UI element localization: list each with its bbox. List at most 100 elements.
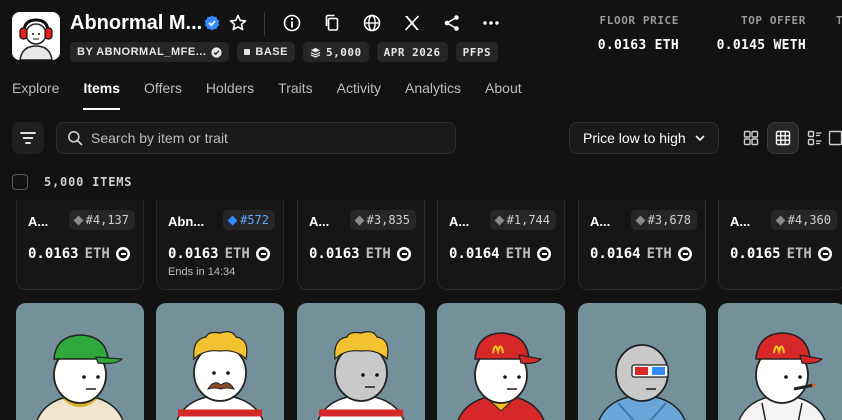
search-icon bbox=[68, 131, 83, 146]
share-icon[interactable] bbox=[442, 13, 462, 33]
nft-card-image[interactable] bbox=[437, 303, 565, 420]
rarity-diamond-icon bbox=[73, 215, 84, 225]
nft-card[interactable]: A... #1,744 0.0164 ETH bbox=[437, 200, 565, 290]
base-token-icon bbox=[255, 247, 270, 261]
large-grid-icon bbox=[743, 130, 759, 146]
price-value: 0.0164 bbox=[449, 246, 500, 262]
price-value: 0.0163 bbox=[309, 246, 360, 262]
tab-activity[interactable]: Activity bbox=[337, 80, 381, 108]
x-twitter-icon[interactable] bbox=[402, 13, 422, 33]
date-chip: APR 2026 bbox=[376, 42, 448, 62]
item-price: 0.0163 ETH bbox=[28, 246, 130, 262]
list-grid-icon bbox=[807, 130, 822, 146]
layers-icon bbox=[310, 47, 321, 58]
creator-chip-label: BY ABNORMAL_MFE... bbox=[77, 46, 207, 58]
nft-card[interactable]: A... #4,360 0.0165 ETH bbox=[718, 200, 842, 290]
price-currency: ETH bbox=[365, 246, 391, 262]
item-name: Abn... bbox=[168, 214, 205, 229]
view-large-grid-button[interactable] bbox=[735, 122, 767, 154]
star-icon[interactable] bbox=[228, 13, 248, 33]
supply-chip: 5,000 bbox=[302, 42, 369, 62]
nft-card-image[interactable] bbox=[578, 303, 706, 420]
top-offer-stat: TOP OFFER 0.0145 WETH bbox=[717, 14, 806, 53]
truncated-stat-label: T bbox=[836, 14, 842, 27]
select-all-checkbox[interactable] bbox=[12, 174, 28, 190]
item-price: 0.0164 ETH bbox=[590, 246, 692, 262]
more-options-icon[interactable] bbox=[481, 13, 501, 33]
filter-button[interactable] bbox=[12, 122, 44, 154]
chain-chip-label: BASE bbox=[255, 46, 288, 58]
price-value: 0.0164 bbox=[590, 246, 641, 262]
tab-items[interactable]: Items bbox=[83, 80, 120, 110]
globe-icon[interactable] bbox=[362, 13, 382, 33]
tab-explore[interactable]: Explore bbox=[12, 80, 59, 108]
supply-chip-label: 5,000 bbox=[325, 45, 362, 59]
item-name: A... bbox=[28, 214, 49, 229]
search-bar[interactable] bbox=[56, 122, 456, 154]
rarity-diamond-icon bbox=[354, 215, 365, 225]
rarity-rank: #3,835 bbox=[349, 210, 416, 230]
nft-card-image[interactable] bbox=[16, 303, 144, 420]
floor-price-value: 0.0163 ETH bbox=[597, 38, 679, 53]
price-value: 0.0163 bbox=[168, 246, 219, 262]
price-currency: ETH bbox=[646, 246, 672, 262]
base-token-icon bbox=[115, 247, 130, 261]
nft-card[interactable]: A... #4,137 0.0163 ETH bbox=[16, 200, 144, 290]
truncated-stat: T bbox=[836, 14, 842, 27]
tab-analytics[interactable]: Analytics bbox=[405, 80, 461, 108]
nft-card[interactable]: A... #3,835 0.0163 ETH bbox=[297, 200, 425, 290]
floor-price-label: FLOOR PRICE bbox=[599, 14, 679, 27]
collection-chips: BY ABNORMAL_MFE... BASE 5,000 APR 2026 P… bbox=[70, 42, 499, 62]
price-value: 0.0165 bbox=[730, 246, 781, 262]
top-offer-label: TOP OFFER bbox=[740, 14, 806, 27]
floor-price-stat: FLOOR PRICE 0.0163 ETH bbox=[598, 14, 679, 53]
chain-chip[interactable]: BASE bbox=[237, 42, 295, 62]
item-price: 0.0163 ETH bbox=[309, 246, 411, 262]
tab-offers[interactable]: Offers bbox=[144, 80, 182, 108]
collection-title: Abnormal M... bbox=[70, 12, 203, 34]
rarity-rank: #3,678 bbox=[630, 210, 697, 230]
price-value: 0.0163 bbox=[28, 246, 79, 262]
rank-value: #572 bbox=[240, 213, 269, 227]
view-small-grid-button[interactable] bbox=[767, 122, 799, 154]
rank-value: #4,137 bbox=[85, 213, 129, 227]
collection-avatar[interactable] bbox=[12, 12, 60, 60]
category-chip[interactable]: PFPS bbox=[455, 42, 499, 62]
tab-traits[interactable]: Traits bbox=[278, 80, 312, 108]
collection-tabs: Explore Items Offers Holders Traits Acti… bbox=[12, 80, 546, 110]
top-offer-value: 0.0145 WETH bbox=[716, 38, 806, 53]
select-all-row: 5,000 ITEMS bbox=[12, 174, 132, 190]
search-input[interactable] bbox=[91, 130, 431, 146]
filter-icon bbox=[20, 132, 36, 144]
copy-icon[interactable] bbox=[322, 13, 342, 33]
sort-label: Price low to high bbox=[583, 130, 686, 146]
rarity-diamond-icon bbox=[227, 215, 238, 225]
sort-dropdown[interactable]: Price low to high bbox=[569, 122, 719, 154]
rarity-rank: #4,360 bbox=[770, 210, 837, 230]
info-icon[interactable] bbox=[282, 13, 302, 33]
base-chain-icon bbox=[244, 49, 251, 55]
base-token-icon bbox=[396, 247, 411, 261]
nft-card[interactable]: A... #3,678 0.0164 ETH bbox=[578, 200, 706, 290]
item-price: 0.0165 ETH bbox=[730, 246, 832, 262]
nft-card-image[interactable] bbox=[297, 303, 425, 420]
tab-about[interactable]: About bbox=[485, 80, 522, 108]
view-table-button[interactable] bbox=[828, 122, 842, 154]
price-currency: ETH bbox=[786, 246, 812, 262]
nft-card-image[interactable] bbox=[156, 303, 284, 420]
item-name: A... bbox=[590, 214, 611, 229]
price-currency: ETH bbox=[84, 246, 110, 262]
auction-ends: Ends in 14:34 bbox=[168, 266, 236, 278]
rank-value: #4,360 bbox=[787, 213, 831, 227]
base-token-icon bbox=[536, 247, 551, 261]
price-currency: ETH bbox=[224, 246, 250, 262]
view-list-grid-button[interactable] bbox=[799, 122, 831, 154]
header-divider bbox=[264, 12, 265, 36]
creator-chip[interactable]: BY ABNORMAL_MFE... bbox=[70, 42, 230, 62]
base-token-icon bbox=[677, 247, 692, 261]
tab-holders[interactable]: Holders bbox=[206, 80, 254, 108]
item-name: A... bbox=[449, 214, 470, 229]
verified-badge-icon bbox=[204, 15, 220, 31]
nft-card-image[interactable] bbox=[718, 303, 842, 420]
nft-card[interactable]: Abn... #572 0.0163 ETH Ends in 14:34 bbox=[156, 200, 284, 290]
